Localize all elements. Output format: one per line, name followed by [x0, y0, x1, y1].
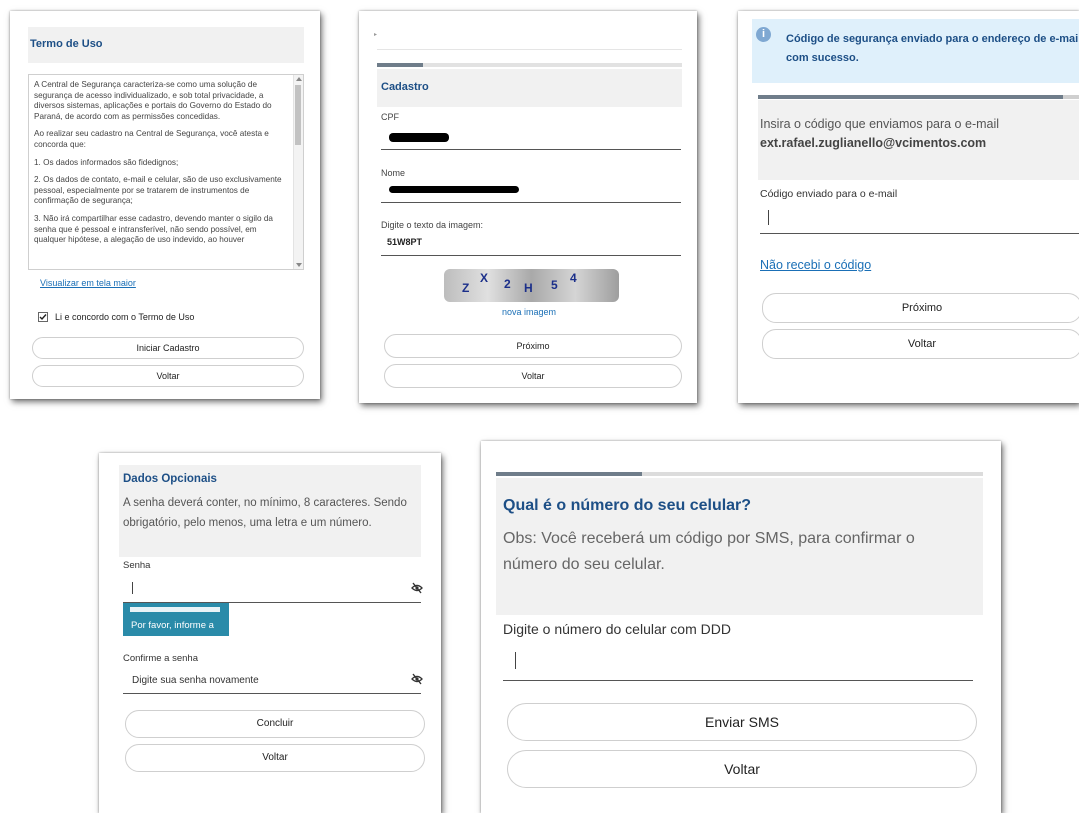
phone-question: Qual é o número do seu celular?	[503, 497, 752, 514]
phone-input[interactable]	[503, 642, 973, 681]
hide-password-icon[interactable]	[411, 582, 423, 594]
progress-bar	[496, 472, 983, 476]
send-sms-button[interactable]: Enviar SMS	[507, 703, 977, 741]
phone-label: Digite o número do celular com DDD	[503, 621, 731, 637]
captcha-char: X	[480, 271, 489, 285]
next-button[interactable]: Próximo	[762, 293, 1079, 323]
progress-bar	[377, 63, 682, 67]
name-label: Nome	[381, 168, 406, 178]
optional-data-panel: Dados Opcionais A senha deverá conter, n…	[99, 453, 441, 813]
password-label: Senha	[123, 560, 151, 571]
terms-paragraph: 3. Não irá compartilhar esse cadastro, d…	[34, 213, 273, 245]
registration-panel: ▸ Cadastro CPF Nome Digite o texto da im…	[359, 11, 697, 403]
phone-panel: Qual é o número do seu celular? Obs: Voc…	[481, 441, 1001, 813]
tooltip-text: Por favor, informe a	[131, 620, 214, 631]
terms-text-box[interactable]: A Central de Segurança caracteriza-se co…	[28, 74, 304, 270]
terms-paragraph: A Central de Segurança caracteriza-se co…	[34, 80, 272, 121]
confirm-password-label: Confirme a senha	[123, 653, 198, 664]
terms-paragraph: 1. Os dados informados são fidedignos;	[34, 157, 179, 167]
captcha-char: 2	[504, 277, 511, 291]
text-cursor	[132, 582, 133, 594]
security-code-panel: i Código de segurança enviado para o end…	[738, 11, 1079, 403]
next-button[interactable]: Próximo	[384, 334, 682, 358]
back-button[interactable]: Voltar	[762, 329, 1079, 359]
divider	[377, 49, 682, 50]
captcha-image: Z X 2 H 5 4	[444, 269, 619, 302]
email-address: ext.rafael.zuglianello@vcimentos.com	[760, 136, 987, 150]
back-button[interactable]: Voltar	[384, 364, 682, 388]
section-title: Dados Opcionais	[123, 473, 217, 485]
finish-button[interactable]: Concluir	[125, 710, 425, 738]
text-cursor	[515, 652, 516, 669]
captcha-label: Digite o texto da imagem:	[381, 220, 484, 230]
scrollbar-thumb[interactable]	[295, 85, 301, 145]
hide-password-icon[interactable]	[411, 673, 423, 685]
info-text: Código de segurança enviado para o ender…	[786, 33, 1079, 64]
new-image-link[interactable]: nova imagem	[502, 307, 556, 317]
cpf-field[interactable]	[381, 149, 681, 150]
name-field[interactable]	[381, 202, 681, 203]
captcha-char: Z	[462, 281, 470, 295]
captcha-char: 5	[551, 278, 558, 292]
back-button[interactable]: Voltar	[32, 365, 304, 387]
info-banner: i Código de segurança enviado para o end…	[752, 19, 1079, 83]
checkmark-icon	[39, 314, 47, 321]
info-icon: i	[756, 27, 771, 42]
progress-fill	[377, 63, 423, 67]
back-button[interactable]: Voltar	[125, 744, 425, 772]
name-redaction	[389, 186, 519, 193]
captcha-input[interactable]: 51W8PT	[387, 237, 422, 247]
terms-paragraph: 2. Os dados de contato, e-mail e celular…	[34, 175, 282, 206]
agree-label: Li e concordo com o Termo de Uso	[55, 312, 195, 322]
text-cursor	[768, 210, 769, 225]
captcha-char: H	[524, 281, 533, 295]
start-registration-button[interactable]: Iniciar Cadastro	[32, 337, 304, 359]
password-input[interactable]	[123, 575, 421, 603]
view-larger-link[interactable]: Visualizar em tela maior	[40, 278, 136, 288]
confirm-password-input[interactable]: Digite sua senha novamente	[123, 668, 421, 694]
progress-fill	[758, 95, 1063, 99]
captcha-field-line	[381, 255, 681, 256]
agree-checkbox[interactable]	[38, 312, 48, 322]
section-title: Cadastro	[381, 81, 429, 93]
progress-bar	[758, 95, 1079, 99]
terms-scrollbar[interactable]	[293, 75, 303, 269]
password-tooltip: Por favor, informe a	[123, 603, 229, 636]
top-indicator-icon: ▸	[374, 32, 378, 38]
tooltip-bar	[130, 607, 220, 612]
scroll-down-arrow-icon[interactable]	[296, 263, 302, 267]
terms-panel: Termo de Uso A Central de Segurança cara…	[10, 11, 320, 399]
phone-note: Obs: Você receberá um código por SMS, pa…	[503, 530, 915, 573]
code-label: Código enviado para o e-mail	[760, 188, 898, 200]
captcha-char: 4	[570, 271, 577, 285]
terms-paragraph: Ao realizar seu cadastro na Central de S…	[34, 129, 269, 149]
terms-title: Termo de Uso	[30, 38, 103, 50]
terms-text: A Central de Segurança caracteriza-se co…	[34, 80, 288, 246]
instruction-text: Insira o código que enviamos para o e-ma…	[760, 117, 1000, 131]
scroll-up-arrow-icon[interactable]	[296, 77, 302, 81]
progress-fill	[496, 472, 643, 476]
cpf-label: CPF	[381, 112, 399, 122]
cpf-redaction	[389, 133, 449, 142]
not-received-link[interactable]: Não recebi o código	[760, 258, 871, 272]
code-input[interactable]	[760, 207, 1079, 234]
back-button[interactable]: Voltar	[507, 750, 977, 788]
password-rule-text: A senha deverá conter, no mínimo, 8 cara…	[123, 497, 407, 529]
